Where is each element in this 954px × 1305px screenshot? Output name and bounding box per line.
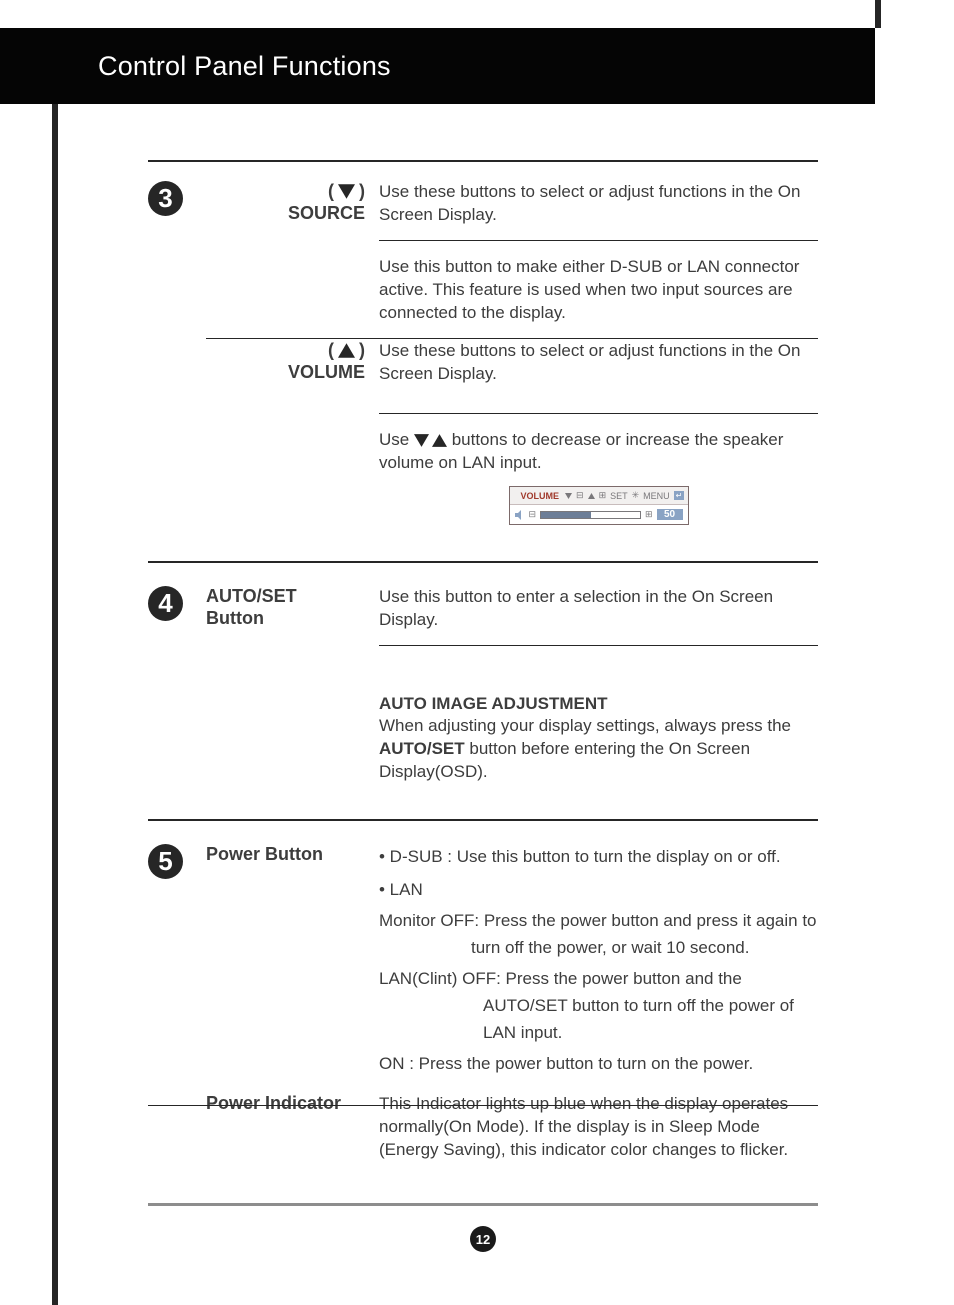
volume-bar	[540, 511, 641, 519]
content-area: 3 ( ) SOURCE Use these buttons to select…	[148, 160, 818, 1252]
numbered-badge-4: 4	[148, 586, 183, 621]
volume-desc-2: Use buttons to decrease or increase the …	[379, 428, 818, 474]
osd-volume-title: VOLUME	[521, 491, 560, 501]
row-source: 3 ( ) SOURCE Use these buttons to select…	[148, 180, 818, 324]
power-indicator-label: Power Indicator	[206, 1092, 365, 1114]
volume-osd-graphic: VOLUME ⊟ ⊞ SET ✳ MENU ↵	[509, 486, 689, 525]
auto-image-body: When adjusting your display settings, al…	[379, 714, 818, 783]
page-number-badge: 12	[470, 1226, 496, 1252]
volume-desc-1: Use these buttons to select or adjust fu…	[379, 339, 818, 385]
header-band: Control Panel Functions	[0, 28, 875, 104]
power-monitor-off: Monitor OFF: Press the power button and …	[379, 907, 818, 961]
triangle-up-icon	[338, 343, 355, 358]
power-desc: • D-SUB : Use this button to turn the di…	[379, 843, 818, 1077]
triangle-up-icon	[588, 493, 595, 499]
volume-label: ( ) VOLUME	[206, 339, 365, 383]
speaker-icon	[515, 510, 525, 520]
power-lan: • LAN	[379, 876, 818, 903]
source-label: ( ) SOURCE	[206, 180, 365, 224]
power-on: ON : Press the power button to turn on t…	[379, 1050, 818, 1077]
page-title: Control Panel Functions	[0, 51, 391, 82]
triangle-down-icon	[565, 493, 572, 499]
row-autoset: 4 AUTO/SET Button Use this button to ent…	[148, 585, 818, 783]
osd-menu-label: MENU	[643, 491, 670, 501]
volume-value: 50	[657, 509, 683, 520]
page-edge-mark-left	[52, 28, 58, 1305]
power-dsub: • D-SUB : Use this button to turn the di…	[379, 843, 818, 870]
page-edge-mark-top	[875, 0, 881, 28]
source-desc-1: Use these buttons to select or adjust fu…	[379, 180, 818, 226]
source-label-text: SOURCE	[288, 203, 365, 223]
power-indicator-desc: This Indicator lights up blue when the d…	[379, 1092, 818, 1161]
osd-set-label: SET	[610, 491, 628, 501]
autoset-desc: Use this button to enter a selection in …	[379, 585, 818, 631]
power-lan-off: LAN(Clint) OFF: Press the power button a…	[379, 965, 818, 1046]
row-power: 5 Power Button • D-SUB : Use this button…	[148, 843, 818, 1077]
footer-rule	[148, 1203, 818, 1206]
triangle-down-icon	[338, 184, 355, 199]
numbered-badge-5: 5	[148, 844, 183, 879]
volume-label-text: VOLUME	[288, 362, 365, 382]
section-top-rule	[148, 160, 818, 162]
divider	[379, 413, 818, 414]
numbered-badge-3: 3	[148, 181, 183, 216]
triangle-down-icon	[414, 434, 429, 447]
divider	[379, 240, 818, 241]
power-button-label: Power Button	[206, 843, 365, 865]
triangle-up-icon	[432, 434, 447, 447]
section-rule	[148, 819, 818, 821]
divider	[148, 1105, 818, 1106]
divider	[379, 645, 818, 646]
section-rule	[148, 561, 818, 563]
auto-image-heading: AUTO IMAGE ADJUSTMENT	[379, 694, 818, 714]
source-desc-2: Use this button to make either D-SUB or …	[379, 255, 818, 324]
autoset-label: AUTO/SET Button	[206, 585, 365, 629]
